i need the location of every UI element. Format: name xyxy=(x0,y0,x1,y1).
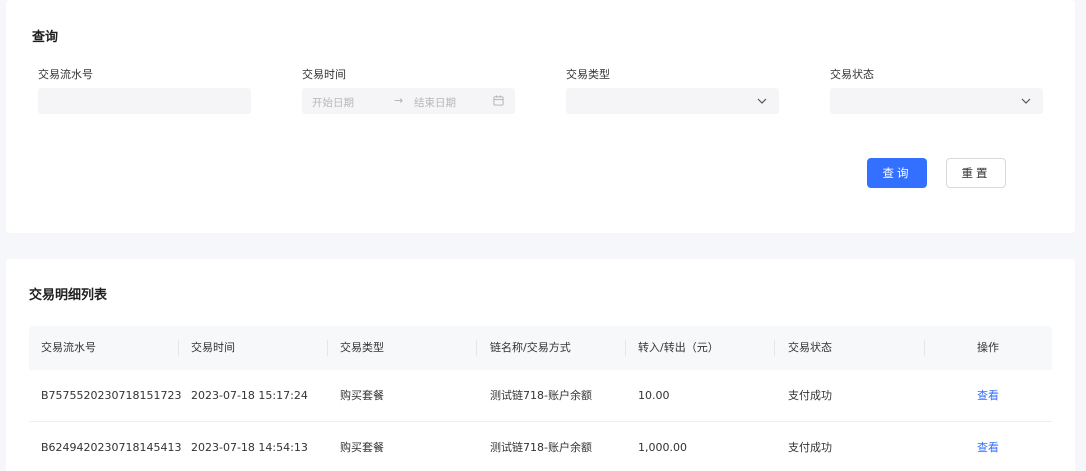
transaction-table: 交易流水号 交易时间 交易类型 链名称/交易方式 转入/转出（元） 交易状态 操… xyxy=(29,326,1052,471)
column-header: 交易类型 xyxy=(340,341,384,354)
list-title: 交易明细列表 xyxy=(29,288,108,303)
time-label: 交易时间 xyxy=(302,68,346,81)
chevron-down-icon xyxy=(757,98,767,104)
query-title: 查询 xyxy=(32,30,59,45)
status-select[interactable] xyxy=(830,88,1043,114)
serial-cell: B7575520230718151723 xyxy=(41,389,182,402)
type-label: 交易类型 xyxy=(566,68,610,81)
table-header: 交易流水号 交易时间 交易类型 链名称/交易方式 转入/转出（元） 交易状态 操… xyxy=(29,326,1052,370)
column-header: 交易状态 xyxy=(788,341,832,354)
range-arrow-icon: → xyxy=(394,94,404,107)
calendar-icon[interactable] xyxy=(493,95,504,106)
column-divider xyxy=(327,340,328,356)
end-date-placeholder[interactable]: 结束日期 xyxy=(414,95,456,110)
column-header: 交易时间 xyxy=(191,341,235,354)
search-button[interactable]: 查询 xyxy=(867,158,927,188)
amount-cell: 1,000.00 xyxy=(638,441,687,454)
transaction-list-panel: 交易明细列表 交易流水号 交易时间 交易类型 链名称/交易方式 转入/转出（元）… xyxy=(6,259,1075,471)
column-divider xyxy=(625,340,626,356)
table-row: B7575520230718151723 2023-07-18 15:17:24… xyxy=(29,370,1052,422)
reset-button[interactable]: 重置 xyxy=(946,158,1006,188)
column-header: 操作 xyxy=(977,341,999,354)
column-divider xyxy=(924,340,925,356)
chain-cell: 测试链718-账户余额 xyxy=(490,389,592,402)
time-cell: 2023-07-18 14:54:13 xyxy=(191,441,308,454)
table-row: B6249420230718145413 2023-07-18 14:54:13… xyxy=(29,422,1052,471)
column-header: 交易流水号 xyxy=(41,341,96,354)
column-header: 链名称/交易方式 xyxy=(490,341,571,354)
column-divider xyxy=(774,340,775,356)
status-label: 交易状态 xyxy=(830,68,874,81)
type-select[interactable] xyxy=(566,88,779,114)
view-link[interactable]: 查看 xyxy=(977,370,999,422)
query-panel: 查询 交易流水号 交易时间 开始日期 → 结束日期 交易类型 交易状态 查询 重… xyxy=(6,0,1075,233)
serial-no-label: 交易流水号 xyxy=(38,68,93,81)
time-cell: 2023-07-18 15:17:24 xyxy=(191,389,308,402)
type-cell: 购买套餐 xyxy=(340,389,384,402)
serial-cell: B6249420230718145413 xyxy=(41,441,182,454)
date-range-picker[interactable]: 开始日期 → 结束日期 xyxy=(302,88,515,114)
column-divider xyxy=(476,340,477,356)
amount-cell: 10.00 xyxy=(638,389,670,402)
column-divider xyxy=(178,340,179,356)
chain-cell: 测试链718-账户余额 xyxy=(490,441,592,454)
chevron-down-icon xyxy=(1021,98,1031,104)
column-header: 转入/转出（元） xyxy=(638,341,719,354)
status-cell: 支付成功 xyxy=(788,389,832,402)
serial-no-input[interactable] xyxy=(38,88,251,114)
start-date-placeholder[interactable]: 开始日期 xyxy=(312,95,354,110)
view-link[interactable]: 查看 xyxy=(977,422,999,471)
status-cell: 支付成功 xyxy=(788,441,832,454)
type-cell: 购买套餐 xyxy=(340,441,384,454)
